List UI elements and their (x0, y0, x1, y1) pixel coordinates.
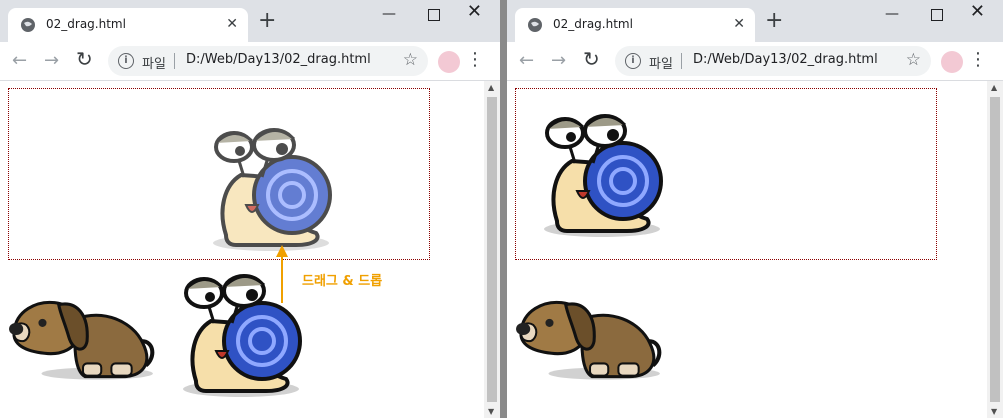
menu-icon[interactable]: ⋮ (466, 50, 484, 70)
dragging-snail-ghost (196, 115, 336, 255)
scroll-up-icon[interactable]: ▲ (488, 83, 494, 92)
minimize-icon[interactable]: — (885, 4, 899, 24)
close-icon[interactable]: ✕ (733, 16, 745, 32)
page-content: ▲ ▼ (507, 81, 1003, 418)
url-text[interactable]: D:/Web/Day13/02_drag.html (186, 52, 371, 67)
browser-window-right: 02_drag.html ✕ + — ✕ ← → ↻ i 파일 D:/Web/D… (507, 0, 1003, 418)
forward-icon[interactable]: → (551, 51, 566, 71)
page-content: 드래그 & 드롭 ▲ ▼ (0, 81, 500, 418)
new-tab-button[interactable]: + (765, 10, 783, 32)
info-icon[interactable]: i (118, 53, 134, 69)
globe-icon (21, 18, 35, 32)
snail-image[interactable] (527, 101, 667, 241)
browser-tab[interactable]: 02_drag.html ✕ (8, 8, 248, 42)
maximize-icon[interactable] (428, 9, 440, 21)
scroll-up-icon[interactable]: ▲ (991, 83, 997, 92)
scroll-down-icon[interactable]: ▼ (488, 407, 494, 416)
avatar[interactable] (438, 51, 460, 73)
forward-icon[interactable]: → (44, 51, 59, 71)
separator (174, 53, 175, 69)
back-icon[interactable]: ← (12, 51, 27, 71)
window-close-icon[interactable]: ✕ (467, 2, 482, 22)
browser-tab[interactable]: 02_drag.html ✕ (515, 8, 755, 42)
reload-icon[interactable]: ↻ (583, 49, 600, 69)
address-bar[interactable]: i 파일 D:/Web/Day13/02_drag.html ☆ (108, 46, 428, 76)
tab-title: 02_drag.html (553, 17, 633, 31)
maximize-icon[interactable] (931, 9, 943, 21)
star-icon[interactable]: ☆ (906, 50, 921, 70)
minimize-icon[interactable]: — (382, 4, 396, 24)
globe-icon (528, 18, 542, 32)
drag-arrow-icon (276, 245, 288, 303)
scrollbar-thumb[interactable] (990, 97, 1000, 402)
scheme-label: 파일 (649, 57, 673, 72)
dog-image[interactable] (6, 277, 158, 385)
close-icon[interactable]: ✕ (226, 16, 238, 32)
info-icon[interactable]: i (625, 53, 641, 69)
scrollbar[interactable]: ▲ ▼ (987, 81, 1003, 418)
new-tab-button[interactable]: + (258, 10, 276, 32)
drag-hint-label: 드래그 & 드롭 (302, 274, 383, 289)
toolbar: ← → ↻ i 파일 D:/Web/Day13/02_drag.html ☆ ⋮ (0, 42, 500, 81)
url-text[interactable]: D:/Web/Day13/02_drag.html (693, 52, 878, 67)
scroll-down-icon[interactable]: ▼ (991, 407, 997, 416)
scrollbar[interactable]: ▲ ▼ (484, 81, 500, 418)
titlebar: 02_drag.html ✕ + — ✕ (507, 0, 1003, 42)
window-close-icon[interactable]: ✕ (970, 2, 985, 22)
separator (681, 53, 682, 69)
address-bar[interactable]: i 파일 D:/Web/Day13/02_drag.html ☆ (615, 46, 931, 76)
reload-icon[interactable]: ↻ (76, 49, 93, 69)
tab-title: 02_drag.html (46, 17, 126, 31)
titlebar: 02_drag.html ✕ + — ✕ (0, 0, 500, 42)
avatar[interactable] (941, 51, 963, 73)
scheme-label: 파일 (142, 57, 166, 72)
toolbar: ← → ↻ i 파일 D:/Web/Day13/02_drag.html ☆ ⋮ (507, 42, 1003, 81)
browser-window-left: 02_drag.html ✕ + — ✕ ← → ↻ i 파일 D:/Web/D… (0, 0, 500, 418)
star-icon[interactable]: ☆ (403, 50, 418, 70)
scrollbar-thumb[interactable] (487, 97, 497, 402)
back-icon[interactable]: ← (519, 51, 534, 71)
dog-image[interactable] (513, 277, 665, 385)
menu-icon[interactable]: ⋮ (969, 50, 987, 70)
